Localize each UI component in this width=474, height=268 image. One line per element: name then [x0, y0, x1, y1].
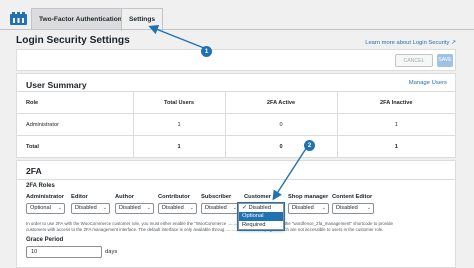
tab-divider — [0, 29, 474, 30]
role-label: Content Editor — [332, 194, 373, 200]
grace-period-input[interactable]: 10 — [26, 246, 102, 258]
role-select-author[interactable]: Disabled ⌄ — [115, 203, 154, 214]
select-value: Disabled — [336, 205, 358, 211]
page-title: Login Security Settings — [16, 35, 130, 46]
table-header-row: Role Total Users 2FA Active 2FA Inactive — [17, 91, 455, 114]
role-customer: Customer — [244, 194, 286, 200]
role-select-content-editor[interactable]: Disabled ⌄ — [332, 203, 374, 214]
user-summary-title: User Summary — [26, 80, 87, 90]
help-line: customers with access to the 2FA managem… — [26, 227, 384, 232]
tab-bar: Two-Factor Authentication Settings — [0, 0, 474, 31]
role-label: Subscriber — [201, 194, 232, 200]
chevron-down-icon: ⌄ — [321, 205, 326, 211]
chevron-down-icon: ⌄ — [102, 205, 107, 211]
table-cell: Administrator — [17, 113, 134, 136]
role-shop-manager: Shop manager Disabled ⌄ — [288, 194, 329, 214]
role-select-shop-manager[interactable]: Disabled ⌄ — [288, 203, 329, 214]
table-row: Total 1 0 1 — [17, 135, 455, 158]
actions-bar: CANCEL SAVE — [16, 49, 456, 71]
user-summary-panel: User Summary Manage Users Role Total Use… — [16, 73, 456, 158]
table-cell: 0 — [225, 135, 338, 158]
twofa-roles-title: 2FA Roles — [26, 183, 55, 189]
table-cell: 1 — [133, 135, 226, 158]
role-select-editor[interactable]: Disabled ⌄ — [71, 203, 110, 214]
table-row: Administrator 1 0 1 — [17, 113, 455, 136]
table-cell: 1 — [337, 135, 455, 158]
wordfence-logo-icon — [10, 12, 27, 25]
role-select-contributor[interactable]: Disabled ⌄ — [158, 203, 197, 214]
select-value: Disabled — [205, 205, 227, 211]
divider — [17, 179, 455, 180]
table-cell: 1 — [133, 113, 226, 136]
grace-period-label: Grace Period — [26, 237, 64, 243]
tab-settings[interactable]: Settings — [121, 8, 164, 31]
role-label: Administrator — [26, 194, 65, 200]
select-value: Disabled — [75, 205, 97, 211]
role-select-subscriber[interactable]: Disabled ⌄ — [201, 203, 240, 214]
role-author: Author Disabled ⌄ — [115, 194, 154, 214]
dropdown-option-disabled[interactable]: ✓ Disabled — [239, 204, 283, 213]
column-header: 2FA Active — [225, 91, 338, 114]
column-header: Role — [17, 91, 134, 114]
role-subscriber: Subscriber Disabled ⌄ — [201, 194, 240, 214]
twofa-panel: 2FA 2FA Roles Administrator Optional ⌄ Ed… — [16, 160, 456, 268]
cancel-button[interactable]: CANCEL — [395, 54, 433, 67]
annotation-badge-2: 2 — [304, 140, 315, 151]
woocommerce-help-text: In order to use 2FA with the WooCommerce… — [26, 221, 446, 233]
customer-role-dropdown[interactable]: ✓ Disabled Optional Required — [237, 202, 285, 232]
dropdown-option-required[interactable]: Required — [239, 221, 283, 229]
save-button[interactable]: SAVE — [437, 54, 453, 67]
dropdown-option-optional[interactable]: Optional — [239, 212, 283, 221]
select-value: Disabled — [119, 205, 141, 211]
external-link-icon: ↗ — [450, 40, 456, 46]
role-contributor: Contributor Disabled ⌄ — [158, 194, 197, 214]
table-cell: 0 — [225, 113, 338, 136]
select-value: Optional — [30, 205, 51, 211]
twofa-title: 2FA — [26, 166, 42, 176]
role-administrator: Administrator Optional ⌄ — [26, 194, 65, 214]
grace-period-unit: days — [105, 249, 118, 255]
role-label: Customer — [244, 194, 272, 200]
column-header: 2FA Inactive — [337, 91, 455, 114]
select-value: Disabled — [292, 205, 314, 211]
chevron-down-icon: ⌄ — [146, 205, 151, 211]
role-label: Shop manager — [288, 194, 329, 200]
column-header: Total Users — [133, 91, 226, 114]
role-editor: Editor Disabled ⌄ — [71, 194, 110, 214]
annotation-badge-1: 1 — [201, 46, 212, 57]
learn-more-label: Learn more about Login Security — [365, 40, 450, 46]
role-label: Author — [115, 194, 134, 200]
chevron-down-icon: ⌄ — [232, 205, 237, 211]
chevron-down-icon: ⌄ — [57, 205, 62, 211]
chevron-down-icon: ⌄ — [189, 205, 194, 211]
table-cell: 1 — [337, 113, 455, 136]
role-label: Contributor — [158, 194, 190, 200]
table-cell: Total — [17, 135, 134, 158]
manage-users-link[interactable]: Manage Users — [409, 80, 447, 86]
tab-two-factor-authentication[interactable]: Two-Factor Authentication — [31, 8, 130, 30]
select-value: Disabled — [162, 205, 184, 211]
role-label: Editor — [71, 194, 88, 200]
role-content-editor: Content Editor Disabled ⌄ — [332, 194, 374, 214]
chevron-down-icon: ⌄ — [366, 205, 371, 211]
learn-more-link[interactable]: Learn more about Login Security ↗ — [365, 39, 456, 46]
role-select-administrator[interactable]: Optional ⌄ — [26, 203, 65, 214]
user-summary-table: Role Total Users 2FA Active 2FA Inactive… — [17, 91, 455, 158]
